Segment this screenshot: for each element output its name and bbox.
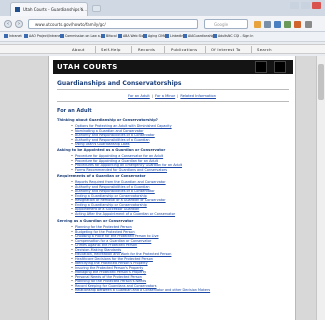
bookmark-item[interactable]: AIAGuardianships bbox=[183, 34, 216, 38]
nav-divider bbox=[205, 46, 206, 53]
list-item[interactable]: Healthcare Decisions for the Protected P… bbox=[71, 257, 153, 261]
address-bar[interactable]: www.utcourts.gov/howto/family/gc/ bbox=[28, 19, 198, 29]
site-title[interactable]: UTAH COURTS bbox=[57, 63, 118, 71]
home-icon[interactable] bbox=[284, 21, 291, 28]
list-item[interactable]: Options for Protecting an Adult with Dim… bbox=[71, 124, 172, 128]
vertical-scrollbar[interactable] bbox=[316, 56, 325, 320]
menu-icon[interactable] bbox=[305, 21, 312, 28]
list-item[interactable]: Education, Recreation and Work for the P… bbox=[71, 252, 171, 256]
favicon-icon bbox=[15, 7, 20, 12]
nav-self-help[interactable]: Self-Help bbox=[101, 47, 121, 52]
list-item[interactable]: Managing the Protected Person's Property bbox=[71, 270, 146, 274]
subsection-title: Requirements of a Guardian or Conservato… bbox=[57, 174, 146, 178]
search-box[interactable]: Google bbox=[204, 19, 248, 29]
scrollbar-thumb[interactable] bbox=[318, 64, 324, 100]
banner-square bbox=[255, 61, 267, 73]
list-item[interactable]: Budgeting for the Protected Person bbox=[71, 230, 135, 234]
bookmark-item[interactable]: AAO Project/Intranet bbox=[24, 34, 62, 38]
maximize-button[interactable] bbox=[301, 2, 310, 9]
bookmark-item[interactable]: Bifocal bbox=[101, 34, 117, 38]
nav-publications[interactable]: Publications bbox=[171, 47, 197, 52]
list-item[interactable]: Authority and Responsibilities of a Guar… bbox=[71, 185, 150, 189]
list-item[interactable]: Resignation or Removal of a Guardian or … bbox=[71, 198, 166, 202]
page-title: Guardianships and Conservatorships bbox=[57, 80, 182, 87]
nav-of-interest-to[interactable]: Of Interest To bbox=[211, 47, 241, 52]
tab-title: Utah Courts - Guardianships a... bbox=[23, 7, 87, 12]
divider bbox=[57, 89, 289, 90]
bookmark-star-icon[interactable] bbox=[254, 21, 261, 28]
list-item[interactable]: Forms Recommended for Guardians and Cons… bbox=[71, 168, 167, 172]
search-placeholder: Google bbox=[214, 22, 229, 27]
minimize-button[interactable] bbox=[290, 2, 299, 9]
list-item[interactable]: Relationship Between a Guardian and a Co… bbox=[71, 288, 210, 292]
list-item[interactable]: Authority and Responsibilities of a Guar… bbox=[71, 138, 150, 142]
subsection-title: Serving as a Guardian or Conservator bbox=[57, 219, 134, 223]
section-heading-adult: For an Adult bbox=[57, 108, 92, 114]
jump-link-adult[interactable]: For an Adult bbox=[128, 94, 150, 98]
browser-tab[interactable]: Utah Courts - Guardianships a... × bbox=[10, 2, 88, 16]
addon-icon[interactable] bbox=[294, 21, 301, 28]
page-content: UTAH COURTS Guardianships and Conservato… bbox=[48, 56, 296, 320]
nav-divider bbox=[164, 46, 165, 53]
navigation-bar: ‹ › www.utcourts.gov/howto/family/gc/ Go… bbox=[0, 16, 325, 32]
back-button[interactable]: ‹ bbox=[4, 20, 12, 28]
list-item[interactable]: Planning for the Protected Person's Need… bbox=[71, 279, 146, 283]
list-item[interactable]: Authority and Responsibilities of a Cons… bbox=[71, 189, 155, 193]
bookmark-item[interactable]: LinkedIn bbox=[165, 34, 183, 38]
list-item[interactable]: Crimes Against the Protected Person bbox=[71, 243, 137, 247]
new-tab-button[interactable] bbox=[92, 5, 101, 12]
list-item[interactable]: Nominating a Guardian and Conservator bbox=[71, 129, 144, 133]
bookmark-item[interactable]: Commission on Law a... bbox=[60, 34, 103, 38]
list-item[interactable]: Ending a Guardianship or Conservatorship bbox=[71, 203, 147, 207]
bookmark-item[interactable]: AdultsNC CQI - Sign In bbox=[213, 34, 253, 38]
divider bbox=[57, 101, 289, 102]
subsection-title: Asking to be Appointed as a Guardian or … bbox=[57, 148, 166, 152]
browser-chrome: Utah Courts - Guardianships a... × ‹ › w… bbox=[0, 0, 325, 56]
bookmarks-menu-icon[interactable] bbox=[264, 21, 271, 28]
list-item[interactable]: Procedure for Appointing a Conservator f… bbox=[71, 154, 163, 158]
list-item[interactable]: Using Utah's Guardianship Laws bbox=[71, 142, 129, 146]
list-item[interactable]: Procedures for Appointing an Emergency G… bbox=[71, 163, 182, 167]
jump-link-minor[interactable]: For a Minor bbox=[155, 94, 175, 98]
list-item[interactable]: Authority and Responsibilities of a Cons… bbox=[71, 133, 155, 137]
list-item[interactable]: Personal Needs of the Protected Person bbox=[71, 275, 142, 279]
list-item[interactable]: Reports Required from the Guardian and C… bbox=[71, 180, 166, 184]
tab-bar: Utah Courts - Guardianships a... × bbox=[0, 0, 325, 16]
nav-search[interactable]: Search bbox=[257, 47, 272, 52]
tab-close-icon[interactable]: × bbox=[80, 6, 83, 11]
list-item[interactable]: Planning for the Protected Person bbox=[71, 225, 132, 229]
banner-square bbox=[274, 61, 286, 73]
bookmark-item[interactable]: Intranet bbox=[4, 34, 22, 38]
list-item[interactable]: Compensation for a Guardian or Conservat… bbox=[71, 239, 151, 243]
list-item[interactable]: Ending a Guardianship or Conservatorship bbox=[71, 194, 147, 198]
list-item[interactable]: Choosing a Place for the Protected Perso… bbox=[71, 234, 159, 238]
nav-about[interactable]: About bbox=[72, 47, 85, 52]
subsection-title: Thinking about Guardianship or Conservat… bbox=[57, 118, 158, 122]
list-item[interactable]: Decision-Making Standards bbox=[71, 248, 121, 252]
nav-records[interactable]: Records bbox=[138, 47, 155, 52]
list-item[interactable]: Procedure for Appointing a Guardian for … bbox=[71, 159, 158, 163]
forward-button[interactable]: › bbox=[15, 20, 23, 28]
list-item[interactable]: Insuring the Protected Person's Property bbox=[71, 266, 143, 270]
nav-divider bbox=[95, 46, 96, 53]
site-banner: UTAH COURTS bbox=[53, 60, 293, 74]
downloads-icon[interactable] bbox=[274, 21, 281, 28]
list-item[interactable]: Appointment of a Successor Guardian bbox=[71, 207, 139, 211]
url-text: www.utcourts.gov/howto/family/gc/ bbox=[35, 22, 106, 27]
list-item[interactable]: Record Keeping for Guardians and Conserv… bbox=[71, 284, 157, 288]
list-item[interactable]: Identifying the Protected Person's Prope… bbox=[71, 261, 148, 265]
nav-divider bbox=[251, 46, 252, 53]
site-nav: About Self-Help Records Publications Of … bbox=[0, 44, 325, 54]
jump-link-related[interactable]: Related Information bbox=[180, 94, 216, 98]
close-window-button[interactable] bbox=[312, 2, 321, 9]
bookmark-item[interactable]: Aging CIMA bbox=[143, 34, 166, 38]
nav-divider bbox=[131, 46, 132, 53]
bookmarks-bar: Intranet AAO Project/Intranet Commission… bbox=[0, 32, 325, 42]
list-item[interactable]: Acting After the Appointment of a Guardi… bbox=[71, 212, 175, 216]
jump-links: For an Adult | For a Minor | Related Informa… bbox=[128, 94, 216, 98]
